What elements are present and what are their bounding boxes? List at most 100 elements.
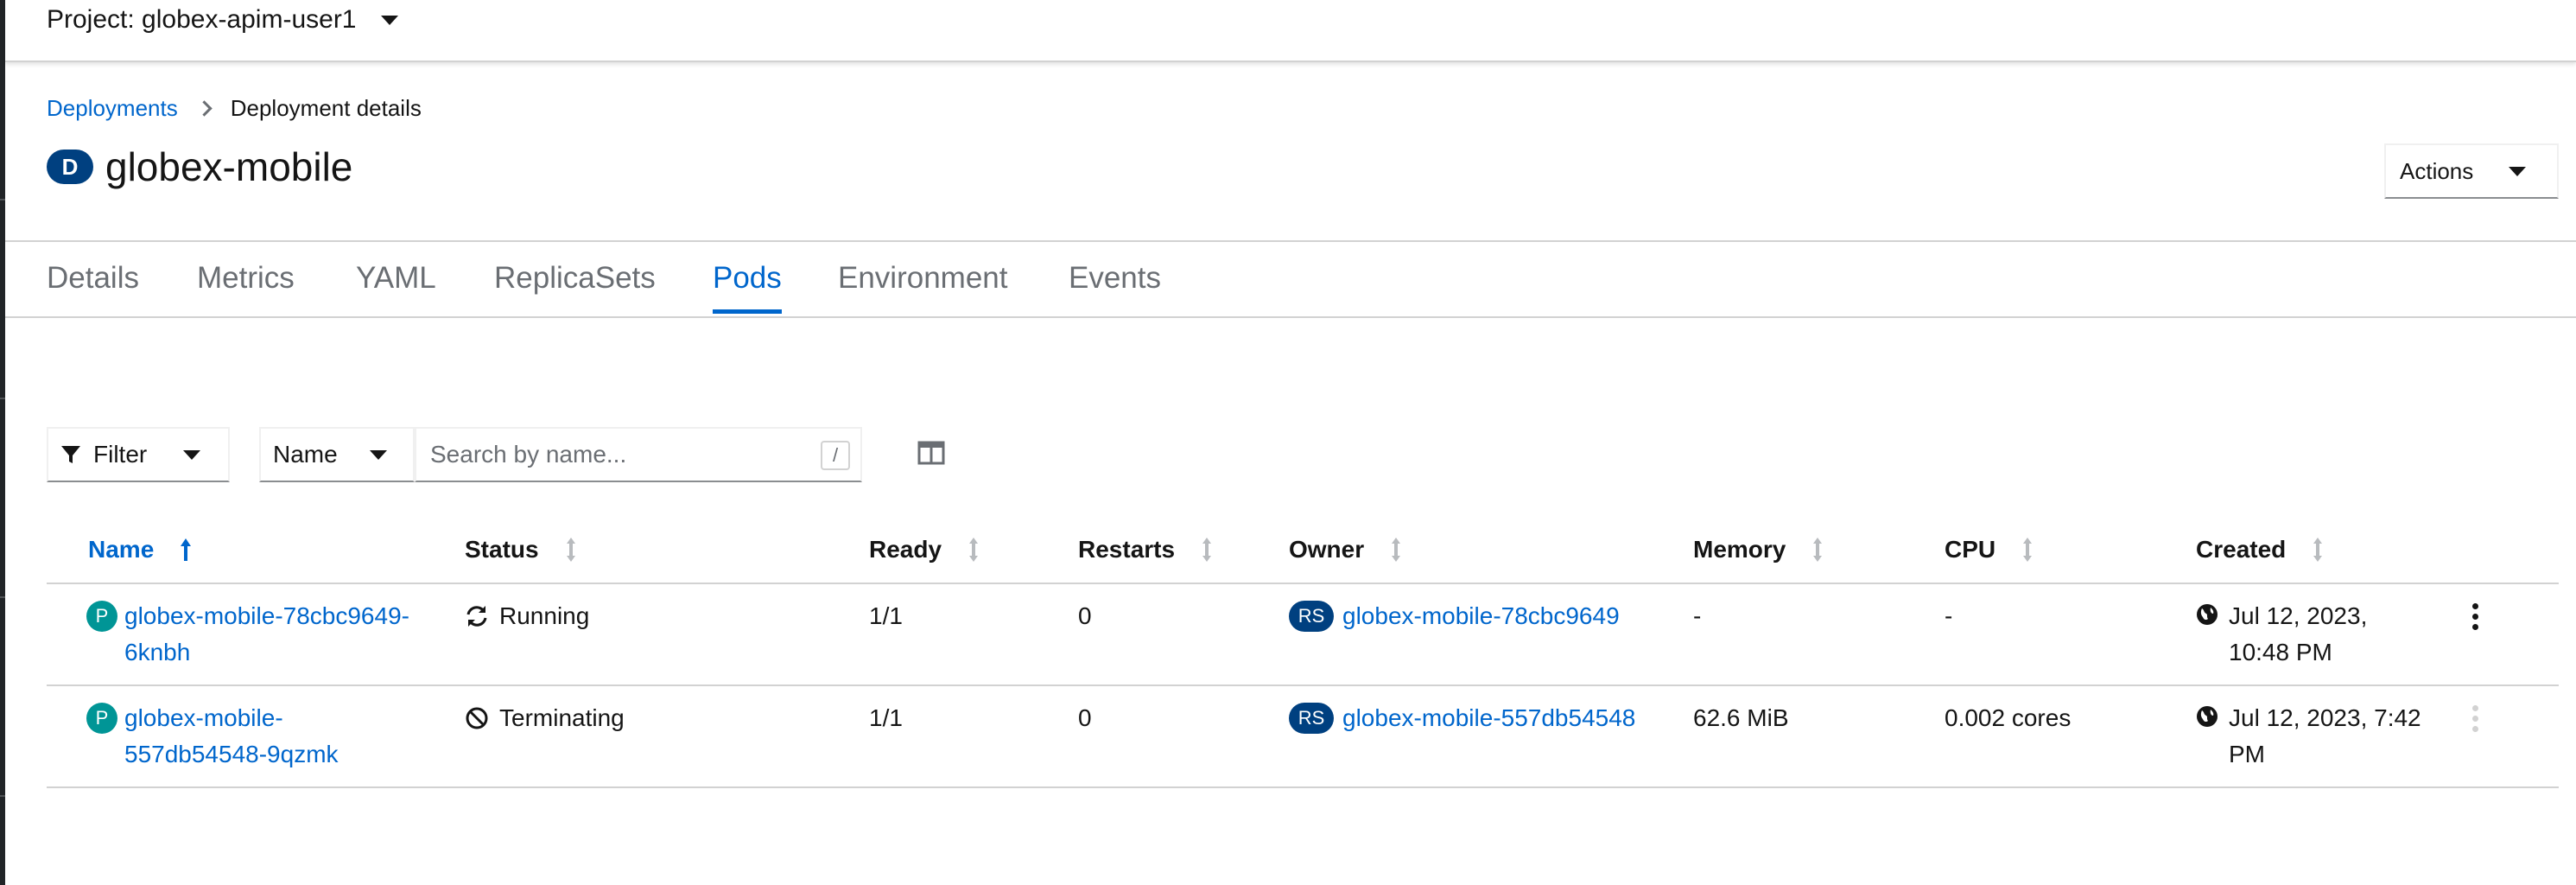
search-field: / [415,427,862,482]
column-label: Ready [869,536,942,563]
actions-dropdown[interactable]: Actions [2384,143,2559,199]
pod-name-part: 557db54548-9qzmk [124,741,339,767]
column-label: Memory [1693,536,1786,563]
kebab-menu-icon[interactable] [2471,603,2479,638]
pod-name-cell: P globex-mobile- 557db54548-9qzmk [86,700,339,773]
kebab-dot [2471,705,2478,711]
column-label: Created [2196,536,2287,563]
filter-attribute-select[interactable]: Name [259,427,415,482]
column-header-owner[interactable]: Owner [1289,536,1402,563]
pod-name-link[interactable]: globex-mobile- 557db54548-9qzmk [124,700,339,773]
column-header-memory[interactable]: Memory [1693,536,1824,563]
filter-dropdown[interactable]: Filter [47,427,230,482]
status-text: Terminating [499,704,625,731]
project-selector[interactable]: Project: globex-apim-user1 [47,5,398,35]
left-edge-strip [0,0,5,885]
owner-cell: RS globex-mobile-557db54548 [1289,700,1635,736]
replicaset-badge: RS [1289,601,1334,632]
pod-name-part: 6knbh [124,639,191,665]
column-label: CPU [1945,536,1996,563]
created-cell: Jul 12, 2023, 7:42 PM [2196,700,2421,773]
sync-icon [466,606,487,627]
filter-label: Filter [93,441,148,468]
table-row: P globex-mobile- 557db54548-9qzmk Termina… [47,686,2559,788]
cpu-cell: - [1945,602,1953,629]
keyboard-shortcut-hint: / [821,441,850,470]
actions-label: Actions [2400,157,2474,184]
created-part: PM [2229,741,2265,767]
table-row: P globex-mobile-78cbc9649- 6knbh Running … [47,584,2559,686]
breadcrumb-deployments-link[interactable]: Deployments [47,95,178,122]
kebab-dot [2471,624,2478,630]
tab-bar: Details Metrics YAML ReplicaSets Pods En… [5,240,2576,318]
breadcrumb: Deployments Deployment details [47,95,422,122]
column-header-status[interactable]: Status [465,536,577,563]
deployment-name: globex-mobile [105,144,353,189]
memory-cell: - [1693,602,1702,629]
sort-icon [2313,538,2323,562]
tab-environment[interactable]: Environment [838,261,1007,309]
tab-events[interactable]: Events [1069,261,1161,309]
memory-cell: 62.6 MiB [1693,704,1789,731]
manage-columns-icon[interactable] [917,441,945,465]
column-header-created[interactable]: Created [2196,536,2324,563]
sort-icon [1202,538,1212,562]
sort-icon [969,538,979,562]
status-cell: Terminating [465,700,625,736]
strip-mark [0,199,5,201]
sort-icon [566,538,575,562]
chevron-right-icon [196,100,213,117]
created-part: Jul 12, 2023, 7:42 [2229,704,2421,731]
caret-down-icon [2509,166,2526,176]
owner-cell: RS globex-mobile-78cbc9649 [1289,598,1620,634]
project-bar: Project: globex-apim-user1 [5,0,2576,62]
ready-cell: 1/1 [869,704,903,731]
pod-name-link[interactable]: globex-mobile-78cbc9649- 6knbh [124,598,409,671]
page-title: D globex-mobile [47,143,352,190]
cpu-cell: 0.002 cores [1945,704,2072,731]
kebab-dot [2471,603,2478,609]
restarts-cell: 0 [1078,602,1092,629]
column-label: Owner [1289,536,1365,563]
column-header-name[interactable]: Name [88,536,192,563]
owner-link[interactable]: globex-mobile-78cbc9649 [1342,598,1620,634]
column-header-restarts[interactable]: Restarts [1078,536,1213,563]
column-label: Status [465,536,539,563]
ready-cell: 1/1 [869,602,903,629]
replicaset-badge: RS [1289,703,1334,734]
globe-icon [2197,706,2218,727]
column-header-ready[interactable]: Ready [869,536,980,563]
kebab-dot [2471,614,2478,620]
pod-name-part: globex-mobile- [124,704,283,731]
tab-replicasets[interactable]: ReplicaSets [494,261,656,309]
pod-name-cell: P globex-mobile-78cbc9649- 6knbh [86,598,409,671]
kebab-dot [2471,726,2478,732]
created-text: Jul 12, 2023, 7:42 PM [2229,700,2421,773]
pod-badge: P [86,601,117,632]
tab-yaml[interactable]: YAML [356,261,436,309]
pods-table: Name Status Ready Restarts Owner Memory … [47,519,2559,788]
strip-mark [0,596,5,598]
caret-down-icon [183,449,200,460]
table-header: Name Status Ready Restarts Owner Memory … [47,519,2559,584]
column-label: Restarts [1078,536,1176,563]
sort-icon [2023,538,2033,562]
sort-icon [1392,538,1401,562]
breadcrumb-current: Deployment details [230,95,422,121]
caret-down-icon [380,15,398,25]
status-text: Running [499,602,590,629]
column-header-cpu[interactable]: CPU [1945,536,2034,563]
created-part: 10:48 PM [2229,639,2332,665]
pod-badge: P [86,703,117,734]
tab-pods[interactable]: Pods [713,261,782,314]
search-input[interactable] [428,440,795,469]
sort-icon [1813,538,1823,562]
pod-name-part: globex-mobile-78cbc9649- [124,602,409,629]
deployment-badge: D [47,150,93,184]
strip-mark [0,398,5,399]
strip-mark [0,795,5,797]
kebab-dot [2471,716,2478,722]
tab-metrics[interactable]: Metrics [197,261,295,309]
tab-details[interactable]: Details [47,261,139,309]
owner-link[interactable]: globex-mobile-557db54548 [1342,700,1635,736]
